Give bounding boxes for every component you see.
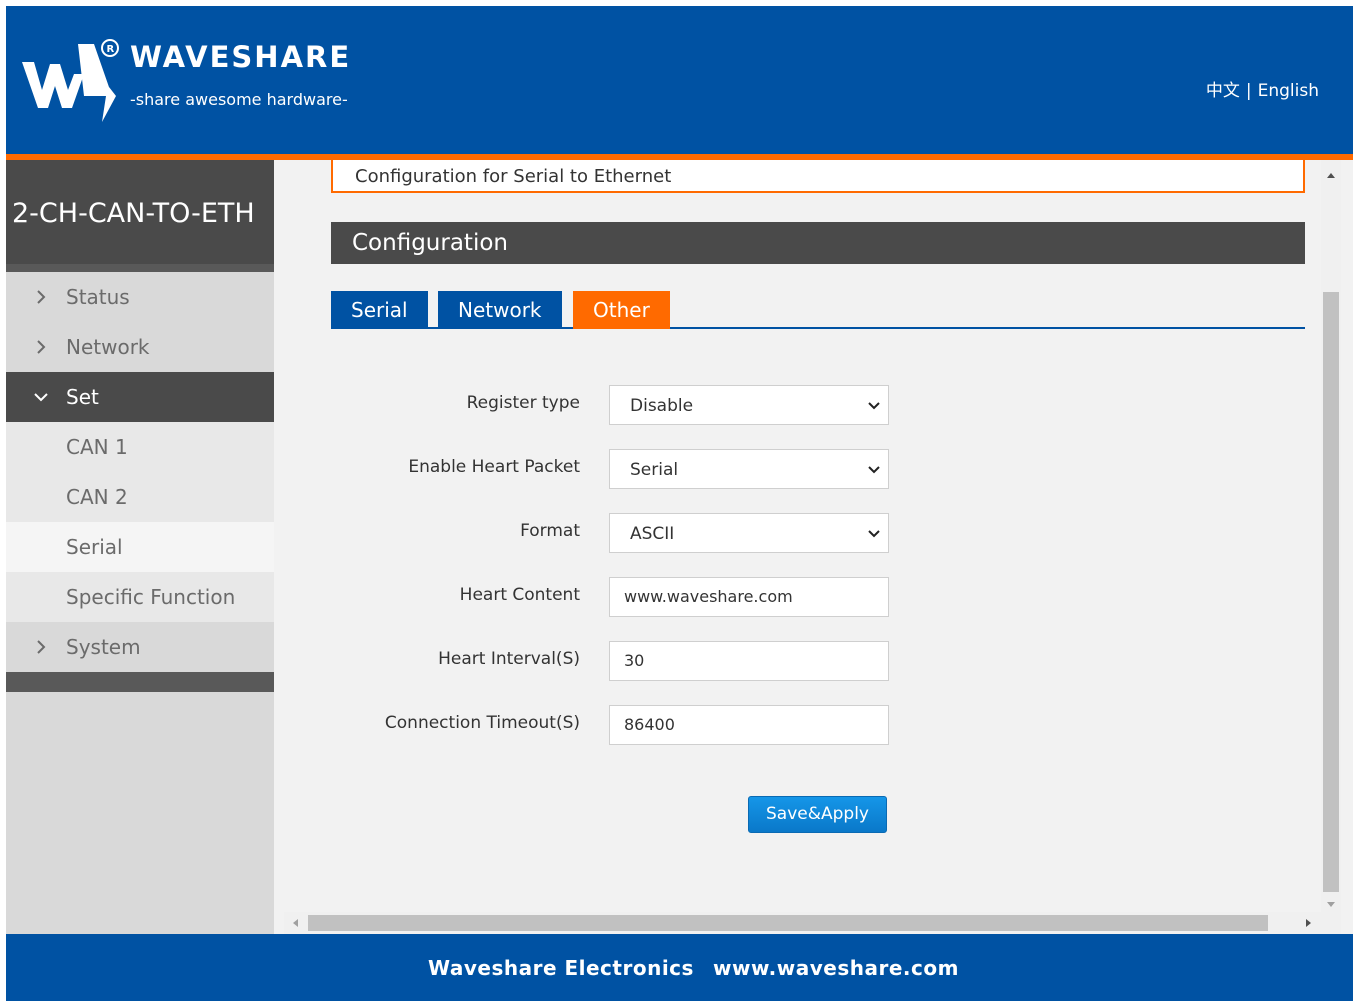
brand-name: WAVESHARE [130,40,352,74]
tab-network[interactable]: Network [438,291,562,329]
save-apply-button[interactable]: Save&Apply [748,796,887,833]
brand-tagline: -share awesome hardware- [130,90,348,109]
lang-chinese-link[interactable]: 中文 [1206,81,1240,101]
format-value: ASCII [630,524,675,544]
chevron-down-icon [34,393,48,402]
scroll-left-arrow-icon[interactable] [290,917,302,929]
scroll-down-arrow-icon[interactable] [1325,898,1337,910]
horizontal-scroll-thumb[interactable] [308,915,1268,931]
sidebar-nav: Status Network Set CAN 1 CAN 2 Serial Sp… [6,272,274,672]
config-tabs: Serial Network Other [331,291,1305,329]
form-row-heart-content: Heart Content www.waveshare.com [274,577,1174,617]
chevron-right-icon [37,640,46,654]
sidebar-item-label: Specific Function [66,585,236,609]
waveshare-logo-icon: R [22,39,119,122]
chevron-down-icon [868,530,880,538]
form-row-heart-interval: Heart Interval(S) 30 [274,641,1174,681]
vertical-scrollbar[interactable] [1321,160,1341,917]
sidebar-item-serial[interactable]: Serial [6,522,274,572]
frame-right-gutter [1341,160,1353,934]
sidebar-item-label: Set [66,385,99,409]
header: R WAVESHARE -share awesome hardware- 中文 |… [6,6,1353,154]
heart-content-input[interactable]: www.waveshare.com [609,577,889,617]
app-frame: R WAVESHARE -share awesome hardware- 中文 |… [6,6,1353,1001]
sidebar-item-status[interactable]: Status [6,272,274,322]
footer-company: Waveshare Electronics [428,956,694,980]
section-title: Configuration [331,222,1305,264]
footer: Waveshare Electronics www.waveshare.com [6,934,1353,1001]
register-type-value: Disable [630,396,694,416]
horizontal-scrollbar[interactable] [284,912,1321,934]
heart-content-label: Heart Content [459,585,580,605]
sidebar-item-label: Status [66,285,130,309]
form-row-register-type: Register type Disable [274,385,1174,425]
sidebar-item-can1[interactable]: CAN 1 [6,422,274,472]
chevron-down-icon [868,402,880,410]
sidebar-item-system[interactable]: System [6,622,274,672]
chevron-down-icon [868,466,880,474]
format-select[interactable]: ASCII [609,513,889,553]
heart-interval-label: Heart Interval(S) [438,649,580,669]
scroll-up-arrow-icon[interactable] [1325,170,1337,182]
sidebar-item-network[interactable]: Network [6,322,274,372]
sidebar-item-label: CAN 1 [66,435,128,459]
register-type-label: Register type [466,393,580,413]
sidebar-item-label: Serial [66,535,123,559]
chevron-right-icon [37,290,46,304]
sidebar-item-set[interactable]: Set [6,372,274,422]
sidebar-item-label: System [66,635,141,659]
heart-packet-select[interactable]: Serial [609,449,889,489]
svg-text:R: R [107,44,115,55]
heart-interval-input[interactable]: 30 [609,641,889,681]
tab-other[interactable]: Other [573,291,670,329]
previous-section-box: Configuration for Serial to Ethernet [331,160,1305,193]
format-label: Format [520,521,580,541]
previous-section-text: Configuration for Serial to Ethernet [355,166,672,187]
sidebar-item-label: CAN 2 [66,485,128,509]
tab-serial[interactable]: Serial [331,291,428,329]
sidebar: 2-CH-CAN-TO-ETH Status Network Set CAN 1… [6,160,274,934]
form-row-heart-packet: Enable Heart Packet Serial [274,449,1174,489]
device-title: 2-CH-CAN-TO-ETH [6,160,274,264]
lang-english-link[interactable]: English [1258,81,1319,101]
sidebar-item-can2[interactable]: CAN 2 [6,472,274,522]
language-switcher: 中文 | English [1206,76,1319,101]
heart-packet-label: Enable Heart Packet [408,457,580,477]
connection-timeout-input[interactable]: 86400 [609,705,889,745]
scroll-right-arrow-icon[interactable] [1302,917,1314,929]
main-content: Configuration for Serial to Ethernet Con… [274,160,1321,917]
lang-separator: | [1245,81,1252,101]
footer-website-link[interactable]: www.waveshare.com [713,956,959,980]
heart-packet-value: Serial [630,460,679,480]
scrollbar-corner [1321,912,1341,934]
sidebar-item-label: Network [66,335,150,359]
register-type-select[interactable]: Disable [609,385,889,425]
vertical-scroll-thumb[interactable] [1323,292,1339,892]
form-row-connection-timeout: Connection Timeout(S) 86400 [274,705,1174,745]
sidebar-item-specific-function[interactable]: Specific Function [6,572,274,622]
connection-timeout-label: Connection Timeout(S) [384,713,580,733]
form-row-format: Format ASCII [274,513,1174,553]
sidebar-filler [6,692,274,934]
chevron-right-icon [37,340,46,354]
